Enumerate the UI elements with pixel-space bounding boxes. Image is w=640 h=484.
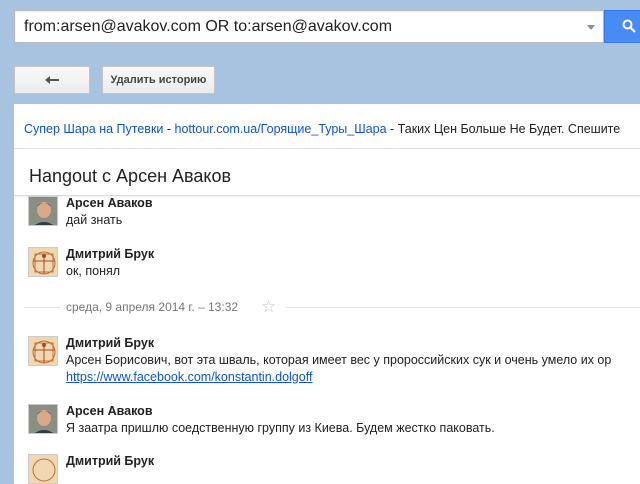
vitruvian-man-icon — [29, 455, 57, 483]
avatar[interactable] — [28, 196, 58, 226]
ad-separator: - — [163, 122, 175, 136]
message-text: Арсен Борисович, вот эта шваль, которая … — [66, 353, 612, 367]
divider — [14, 148, 640, 149]
vitruvian-man-icon — [29, 337, 57, 365]
message-text: ок, понял — [66, 264, 121, 278]
delete-history-button[interactable]: Удалить историю — [102, 66, 215, 94]
back-arrow-icon — [45, 76, 59, 84]
avatar[interactable] — [28, 336, 58, 366]
divider — [286, 307, 640, 308]
ad-separator: - — [386, 122, 398, 136]
message-sender: Дмитрий Брук — [66, 454, 155, 468]
message-text: Я заатра пришлю соедственную группу из К… — [66, 421, 495, 435]
search-query[interactable]: from:arsen@avakov.com OR to:arsen@avakov… — [24, 18, 392, 36]
message-link[interactable]: https://www.facebook.com/konstantin.dolg… — [66, 370, 312, 384]
message-text: дай знать — [66, 213, 123, 227]
profile-photo-icon — [29, 197, 57, 225]
avatar[interactable] — [28, 454, 58, 484]
ad-url-link[interactable]: hottour.com.ua/Горящие_Туры_Шара — [175, 122, 387, 136]
search-icon — [622, 19, 636, 33]
message-sender: Дмитрий Брук — [66, 336, 155, 350]
conversation-title: Hangout с Арсен Аваков — [29, 166, 232, 186]
search-button[interactable] — [604, 10, 640, 43]
message-sender: Арсен Аваков — [66, 196, 153, 210]
back-button[interactable] — [14, 66, 90, 94]
message-sender: Дмитрий Брук — [66, 247, 155, 261]
vitruvian-man-icon — [29, 248, 57, 276]
ad-banner[interactable]: Супер Шара на Путевки - hottour.com.ua/Г… — [24, 122, 620, 136]
divider — [24, 307, 60, 308]
ad-title-link[interactable]: Супер Шара на Путевки — [24, 122, 163, 136]
date-divider: среда, 9 апреля 2014 г. – 13:32 ☆ — [24, 297, 640, 317]
star-icon[interactable]: ☆ — [261, 297, 276, 317]
date-divider-text: среда, 9 апреля 2014 г. – 13:32 — [66, 300, 239, 314]
search-input[interactable]: from:arsen@avakov.com OR to:arsen@avakov… — [14, 10, 604, 43]
search-options-caret-icon[interactable] — [587, 25, 595, 30]
message-sender: Арсен Аваков — [66, 404, 153, 418]
avatar[interactable] — [28, 247, 58, 277]
ad-description: Таких Цен Больше Не Будет. Спешите — [397, 122, 621, 136]
profile-photo-icon — [29, 405, 57, 433]
avatar[interactable] — [28, 404, 58, 434]
conversation-panel: Супер Шара на Путевки - hottour.com.ua/Г… — [14, 104, 640, 484]
